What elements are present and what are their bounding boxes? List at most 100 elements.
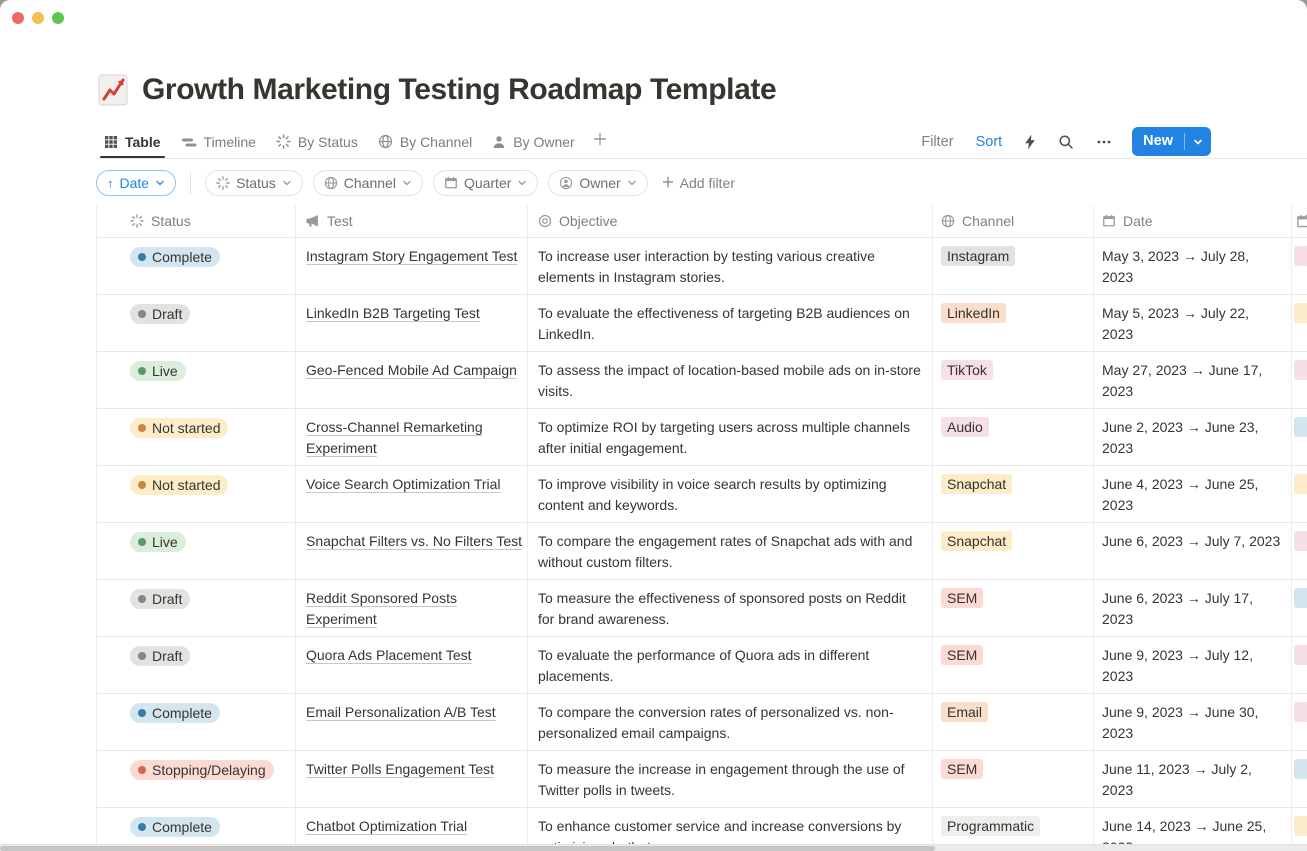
test-cell[interactable]: Cross-Channel Remarketing Experiment (296, 409, 528, 465)
test-page-link[interactable]: Reddit Sponsored Posts Experiment (306, 590, 457, 627)
date-cell[interactable]: June 2, 2023 → June 23, 2023 (1094, 409, 1292, 465)
column-header-test[interactable]: Test (296, 205, 528, 237)
column-header-channel[interactable]: Channel (933, 205, 1094, 237)
status-cell[interactable]: Stopping/Delaying (96, 751, 296, 807)
channel-cell[interactable]: LinkedIn (933, 295, 1094, 351)
test-page-link[interactable]: Cross-Channel Remarketing Experiment (306, 419, 483, 456)
objective-cell[interactable]: To evaluate the performance of Quora ads… (528, 637, 933, 693)
partial-cell[interactable] (1292, 295, 1307, 351)
objective-cell[interactable]: To evaluate the effectiveness of targeti… (528, 295, 933, 351)
table-row[interactable]: Draft LinkedIn B2B Targeting Test To evalu… (96, 295, 1307, 352)
filter-chip-status[interactable]: Status (205, 170, 303, 196)
filter-button[interactable]: Filter (915, 130, 959, 154)
partial-cell[interactable] (1292, 466, 1307, 522)
table-row[interactable]: Draft Quora Ads Placement Test To evaluate… (96, 637, 1307, 694)
partial-cell[interactable] (1292, 637, 1307, 693)
test-cell[interactable]: Twitter Polls Engagement Test (296, 751, 528, 807)
partial-cell[interactable] (1292, 238, 1307, 294)
minimize-window-button[interactable] (32, 12, 44, 24)
filter-chip-channel[interactable]: Channel (313, 170, 423, 196)
add-view-button[interactable] (587, 132, 613, 151)
channel-cell[interactable]: Snapchat (933, 523, 1094, 579)
date-cell[interactable]: May 5, 2023 → July 22, 2023 (1094, 295, 1292, 351)
status-cell[interactable]: Draft (96, 637, 296, 693)
partial-cell[interactable] (1292, 694, 1307, 750)
zoom-window-button[interactable] (52, 12, 64, 24)
channel-cell[interactable]: SEM (933, 637, 1094, 693)
sort-button[interactable]: Sort (970, 130, 1009, 154)
status-cell[interactable]: Not started (96, 466, 296, 522)
tab-table[interactable]: Table (96, 125, 169, 158)
objective-cell[interactable]: To measure the effectiveness of sponsore… (528, 580, 933, 636)
date-cell[interactable]: June 6, 2023 → July 17, 2023 (1094, 580, 1292, 636)
test-page-link[interactable]: Instagram Story Engagement Test (306, 248, 517, 264)
partial-cell[interactable] (1292, 352, 1307, 408)
channel-cell[interactable]: Email (933, 694, 1094, 750)
add-filter-button[interactable]: Add filter (658, 175, 739, 191)
channel-cell[interactable]: Instagram (933, 238, 1094, 294)
channel-cell[interactable]: SEM (933, 751, 1094, 807)
test-cell[interactable]: Reddit Sponsored Posts Experiment (296, 580, 528, 636)
status-cell[interactable]: Complete (96, 238, 296, 294)
test-cell[interactable]: Instagram Story Engagement Test (296, 238, 528, 294)
channel-cell[interactable]: SEM (933, 580, 1094, 636)
objective-cell[interactable]: To compare the conversion rates of perso… (528, 694, 933, 750)
test-cell[interactable]: LinkedIn B2B Targeting Test (296, 295, 528, 351)
column-header-date[interactable]: Date (1094, 205, 1292, 237)
test-cell[interactable]: Email Personalization A/B Test (296, 694, 528, 750)
test-cell[interactable]: Voice Search Optimization Trial (296, 466, 528, 522)
scrollbar-thumb[interactable] (0, 846, 935, 851)
channel-cell[interactable]: Snapchat (933, 466, 1094, 522)
status-cell[interactable]: Live (96, 523, 296, 579)
new-button[interactable]: New (1132, 127, 1211, 156)
status-cell[interactable]: Live (96, 352, 296, 408)
table-row[interactable]: Live Geo-Fenced Mobile Ad Campaign To asse… (96, 352, 1307, 409)
objective-cell[interactable]: To optimize ROI by targeting users acros… (528, 409, 933, 465)
tab-by-owner[interactable]: By Owner (484, 125, 582, 158)
partial-cell[interactable] (1292, 751, 1307, 807)
status-cell[interactable]: Complete (96, 694, 296, 750)
table-row[interactable]: Draft Reddit Sponsored Posts Experiment To… (96, 580, 1307, 637)
partial-cell[interactable] (1292, 523, 1307, 579)
partial-cell[interactable] (1292, 580, 1307, 636)
table-row[interactable]: Complete Email Personalization A/B Test To… (96, 694, 1307, 751)
test-cell[interactable]: Geo-Fenced Mobile Ad Campaign (296, 352, 528, 408)
objective-cell[interactable]: To increase user interaction by testing … (528, 238, 933, 294)
test-cell[interactable]: Quora Ads Placement Test (296, 637, 528, 693)
test-page-link[interactable]: Chatbot Optimization Trial (306, 818, 467, 834)
status-cell[interactable]: Draft (96, 580, 296, 636)
page-title[interactable]: Growth Marketing Testing Roadmap Templat… (142, 73, 776, 107)
test-page-link[interactable]: LinkedIn B2B Targeting Test (306, 305, 480, 321)
date-cell[interactable]: June 4, 2023 → June 25, 2023 (1094, 466, 1292, 522)
horizontal-scrollbar[interactable] (0, 844, 1307, 851)
column-header-partial[interactable] (1292, 205, 1307, 237)
date-cell[interactable]: June 9, 2023 → June 30, 2023 (1094, 694, 1292, 750)
date-cell[interactable]: June 11, 2023 → July 2, 2023 (1094, 751, 1292, 807)
filter-chip-quarter[interactable]: Quarter (433, 170, 538, 196)
table-row[interactable]: Not started Voice Search Optimization Tri… (96, 466, 1307, 523)
test-page-link[interactable]: Voice Search Optimization Trial (306, 476, 501, 492)
column-header-objective[interactable]: Objective (528, 205, 933, 237)
date-cell[interactable]: June 6, 2023 → July 7, 2023 (1094, 523, 1292, 579)
test-page-link[interactable]: Email Personalization A/B Test (306, 704, 496, 720)
partial-cell[interactable] (1292, 409, 1307, 465)
chevron-down-icon[interactable] (1185, 137, 1211, 147)
channel-cell[interactable]: TikTok (933, 352, 1094, 408)
test-page-link[interactable]: Geo-Fenced Mobile Ad Campaign (306, 362, 517, 378)
objective-cell[interactable]: To compare the engagement rates of Snapc… (528, 523, 933, 579)
tab-by-channel[interactable]: By Channel (370, 125, 480, 158)
test-page-link[interactable]: Quora Ads Placement Test (306, 647, 472, 663)
channel-cell[interactable]: Audio (933, 409, 1094, 465)
test-page-link[interactable]: Twitter Polls Engagement Test (306, 761, 494, 777)
more-options-icon[interactable] (1090, 130, 1118, 154)
table-row[interactable]: Stopping/Delaying Twitter Polls Engagemen… (96, 751, 1307, 808)
date-cell[interactable]: June 9, 2023 → July 12, 2023 (1094, 637, 1292, 693)
objective-cell[interactable]: To measure the increase in engagement th… (528, 751, 933, 807)
date-cell[interactable]: May 3, 2023 → July 28, 2023 (1094, 238, 1292, 294)
status-cell[interactable]: Draft (96, 295, 296, 351)
objective-cell[interactable]: To assess the impact of location-based m… (528, 352, 933, 408)
column-header-status[interactable]: Status (96, 205, 296, 237)
table-row[interactable]: Not started Cross-Channel Remarketing Exp… (96, 409, 1307, 466)
status-cell[interactable]: Not started (96, 409, 296, 465)
date-cell[interactable]: May 27, 2023 → June 17, 2023 (1094, 352, 1292, 408)
